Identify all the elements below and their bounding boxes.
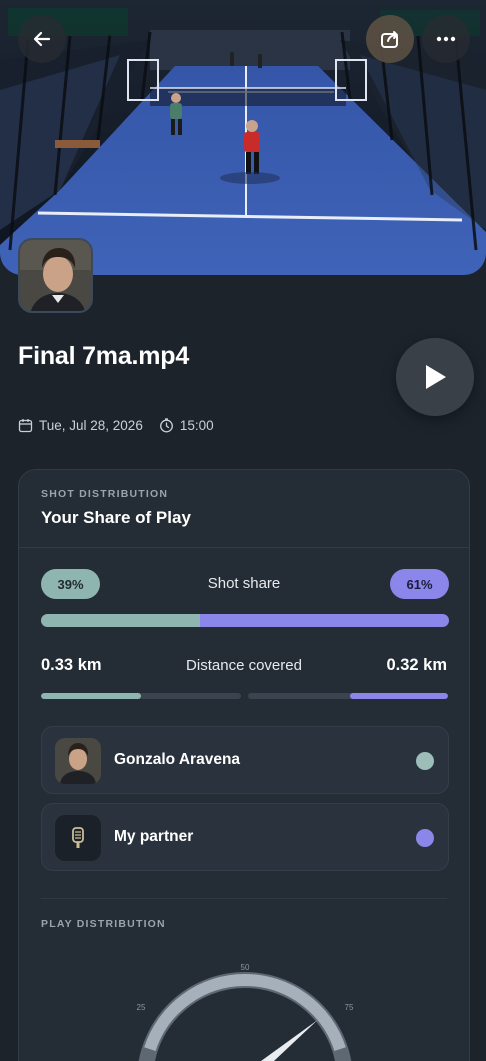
- right-share-badge: 61%: [390, 569, 449, 599]
- player-name: My partner: [114, 828, 194, 845]
- video-date: Tue, Jul 28, 2026: [39, 418, 143, 433]
- gauge-tick-label: 75: [345, 1003, 354, 1012]
- padel-racket-icon: [55, 815, 101, 861]
- play-distribution-eyebrow: PLAY DISTRIBUTION: [41, 918, 166, 930]
- video-title: Final 7ma.mp4: [18, 342, 190, 370]
- back-button[interactable]: [18, 15, 66, 63]
- player-color-dot: [416, 752, 434, 770]
- play-button[interactable]: [396, 338, 474, 416]
- section-eyebrow: SHOT DISTRIBUTION: [41, 488, 169, 500]
- right-distance-fill: [350, 693, 448, 699]
- video-duration: 15:00: [179, 418, 214, 433]
- player-color-dot: [416, 829, 434, 847]
- more-options-button[interactable]: [422, 15, 470, 63]
- player-row[interactable]: Gonzalo Aravena: [41, 726, 449, 794]
- right-distance: 0.32 km: [386, 656, 447, 674]
- player-avatar: [55, 738, 101, 784]
- play-distribution-gauge: 50 25 75: [137, 963, 354, 1061]
- arrow-left-icon: [33, 31, 51, 47]
- player-row[interactable]: My partner: [41, 803, 449, 871]
- profile-photo: [20, 240, 91, 311]
- left-distance-bar: [41, 693, 241, 699]
- left-share-segment: [41, 614, 201, 627]
- divider: [41, 898, 447, 899]
- video-meta: Tue, Jul 28, 2026 15:00: [18, 418, 214, 433]
- more-horizontal-icon: [436, 36, 456, 42]
- share-button[interactable]: [366, 15, 414, 63]
- calendar-icon: [18, 418, 33, 433]
- gauge-tick-label: 50: [241, 963, 250, 972]
- gauge-tick-label: 25: [137, 1003, 146, 1012]
- divider: [19, 547, 469, 548]
- clock-icon: [159, 418, 174, 433]
- share-icon: [381, 31, 398, 48]
- right-share-segment: [200, 614, 449, 627]
- play-icon: [426, 365, 446, 389]
- shot-distribution-card: SHOT DISTRIBUTION Your Share of Play 39%…: [18, 469, 470, 1061]
- section-title: Your Share of Play: [41, 508, 191, 527]
- gauge-needle: [261, 1020, 318, 1061]
- player-name: Gonzalo Aravena: [114, 751, 241, 768]
- player-avatar: [18, 238, 93, 313]
- left-distance-fill: [41, 693, 141, 699]
- right-distance-bar: [248, 693, 448, 699]
- shot-share-bar: [41, 614, 449, 627]
